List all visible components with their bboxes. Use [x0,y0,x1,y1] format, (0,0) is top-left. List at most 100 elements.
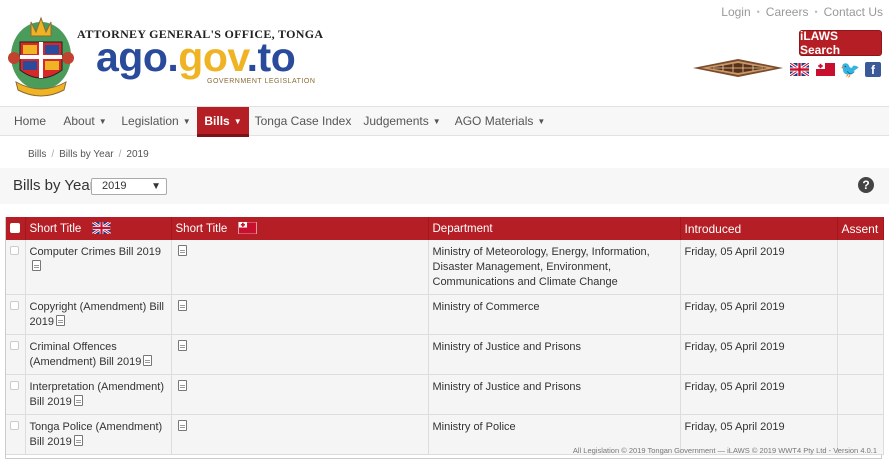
row-checkbox[interactable] [10,381,19,390]
department-cell: Ministry of Commerce [428,294,681,335]
row-checkbox[interactable] [10,246,19,255]
caret-down-icon: ▼ [432,117,441,126]
bill-title-link[interactable]: Tonga Police (Amendment) Bill 2019 [30,421,163,448]
breadcrumb-bills[interactable]: Bills [28,149,46,160]
twitter-icon[interactable]: 🐦 [840,62,860,79]
pdf-icon[interactable] [177,340,187,351]
language-flags: 🐦 f [790,62,881,79]
short-title-en-cell: Tonga Police (Amendment) Bill 2019 [25,414,172,455]
uk-flag-icon[interactable] [790,63,809,76]
header-assent[interactable]: Assent [837,217,884,240]
pdf-icon[interactable] [73,435,83,446]
bill-title-link[interactable]: Computer Crimes Bill 2019 [30,246,161,258]
department-cell: Ministry of Meteorology, Energy, Informa… [428,240,681,295]
main-navbar: Home About ▼ Legislation ▼ Bills ▼ Tonga Ca… [0,106,889,137]
short-title-en-cell: Copyright (Amendment) Bill 2019 [25,294,172,335]
short-title-to-cell [171,294,429,335]
bill-title-link[interactable]: Interpretation (Amendment) Bill 2019 [30,381,165,408]
nav-about-label: About [63,114,95,128]
row-select-cell[interactable] [6,374,26,415]
pdf-icon[interactable] [73,395,83,406]
introduced-cell: Friday, 05 April 2019 [680,374,838,415]
nav-judgements-label: Judgements [363,114,429,128]
coat-of-arms-icon [8,16,74,97]
nav-judgements[interactable]: Judgements ▼ [358,107,446,136]
nav-ago-materials-label: AGO Materials [454,114,534,128]
ilaws-search-button[interactable]: iLAWS Search [799,29,882,57]
pdf-icon[interactable] [143,355,153,366]
uk-flag-icon [92,222,112,234]
tonga-flag-icon[interactable] [816,63,835,76]
year-select[interactable]: 2019 ▼ [91,178,167,195]
header-short-title-en[interactable]: Short Title [25,217,172,240]
row-select-cell[interactable] [6,334,26,375]
help-icon[interactable]: ? [858,177,874,193]
nav-about[interactable]: About ▼ [56,107,114,136]
table-row[interactable]: Criminal Offences (Amendment) Bill 2019 … [6,334,884,375]
tapa-pattern-icon [693,59,783,77]
pdf-icon[interactable] [177,245,187,256]
copyright-footer: All Legislation © 2019 Tongan Government… [572,446,877,455]
row-checkbox[interactable] [10,421,19,430]
breadcrumb-separator: / [51,149,55,160]
nav-tonga-case-index[interactable]: Tonga Case Index [252,107,354,136]
row-select-cell[interactable] [6,240,26,295]
row-checkbox[interactable] [10,301,19,310]
site-name-part1: ago. [96,34,179,80]
pdf-icon[interactable] [177,420,187,431]
header-short-title-to[interactable]: Short Title [171,217,429,240]
short-title-en-cell: Criminal Offences (Amendment) Bill 2019 [25,334,172,375]
nav-legislation[interactable]: Legislation ▼ [118,107,194,136]
pdf-icon[interactable] [177,380,187,391]
assent-cell [837,240,884,295]
site-logo-text[interactable]: ago.gov.to [96,33,296,81]
bills-table-container: Short Title Short Title Department Intro… [5,217,884,459]
row-select-cell[interactable] [6,294,26,335]
introduced-cell: Friday, 05 April 2019 [680,240,838,295]
login-link[interactable]: Login [721,5,750,19]
short-title-to-cell [171,240,429,295]
facebook-icon[interactable]: f [865,62,881,77]
assent-cell [837,334,884,375]
short-title-to-cell [171,374,429,415]
assent-cell [837,374,884,415]
pdf-icon[interactable] [31,260,41,271]
nav-home[interactable]: Home [7,107,53,136]
header-short-title-en-label: Short Title [29,223,82,235]
breadcrumb-year: 2019 [126,149,149,160]
site-name-part2: gov [178,34,247,80]
nav-home-label: Home [13,114,46,128]
select-all-cell[interactable] [6,217,26,240]
nav-ago-materials[interactable]: AGO Materials ▼ [451,107,549,136]
site-name-part3: .to [246,34,296,80]
bill-title-link[interactable]: Criminal Offences (Amendment) Bill 2019 [30,341,142,368]
select-all-checkbox[interactable] [10,222,20,233]
introduced-cell: Friday, 05 April 2019 [680,334,838,375]
table-row[interactable]: Copyright (Amendment) Bill 2019 Ministry… [6,294,884,335]
header-department[interactable]: Department [428,217,681,240]
header-introduced[interactable]: Introduced [680,217,838,240]
row-select-cell[interactable] [6,414,26,455]
row-checkbox[interactable] [10,341,19,350]
pdf-icon[interactable] [177,300,187,311]
breadcrumb-bills-by-year[interactable]: Bills by Year [59,149,113,160]
caret-down-icon: ▼ [182,117,191,126]
table-row[interactable]: Computer Crimes Bill 2019 Ministry of Me… [6,240,884,295]
header-short-title-to-label: Short Title [175,223,228,235]
table-row[interactable]: Interpretation (Amendment) Bill 2019 Min… [6,374,884,415]
tonga-flag-icon [238,222,258,234]
short-title-en-cell: Interpretation (Amendment) Bill 2019 [25,374,172,415]
bill-title-link[interactable]: Copyright (Amendment) Bill 2019 [30,301,165,328]
breadcrumb: Bills / Bills by Year / 2019 [28,149,149,160]
caret-down-icon: ▼ [537,117,546,126]
separator-dot: • [814,7,818,17]
short-title-to-cell [171,414,429,455]
careers-link[interactable]: Careers [766,5,809,19]
contact-us-link[interactable]: Contact Us [824,5,883,19]
pdf-icon[interactable] [55,315,65,326]
site-header: ATTORNEY GENERAL'S OFFICE, TONGA ago.gov… [0,0,889,107]
nav-bills[interactable]: Bills ▼ [197,107,249,137]
nav-legislation-label: Legislation [121,114,179,128]
site-subtitle: GOVERNMENT LEGISLATION [207,78,316,85]
department-cell: Ministry of Justice and Prisons [428,374,681,415]
